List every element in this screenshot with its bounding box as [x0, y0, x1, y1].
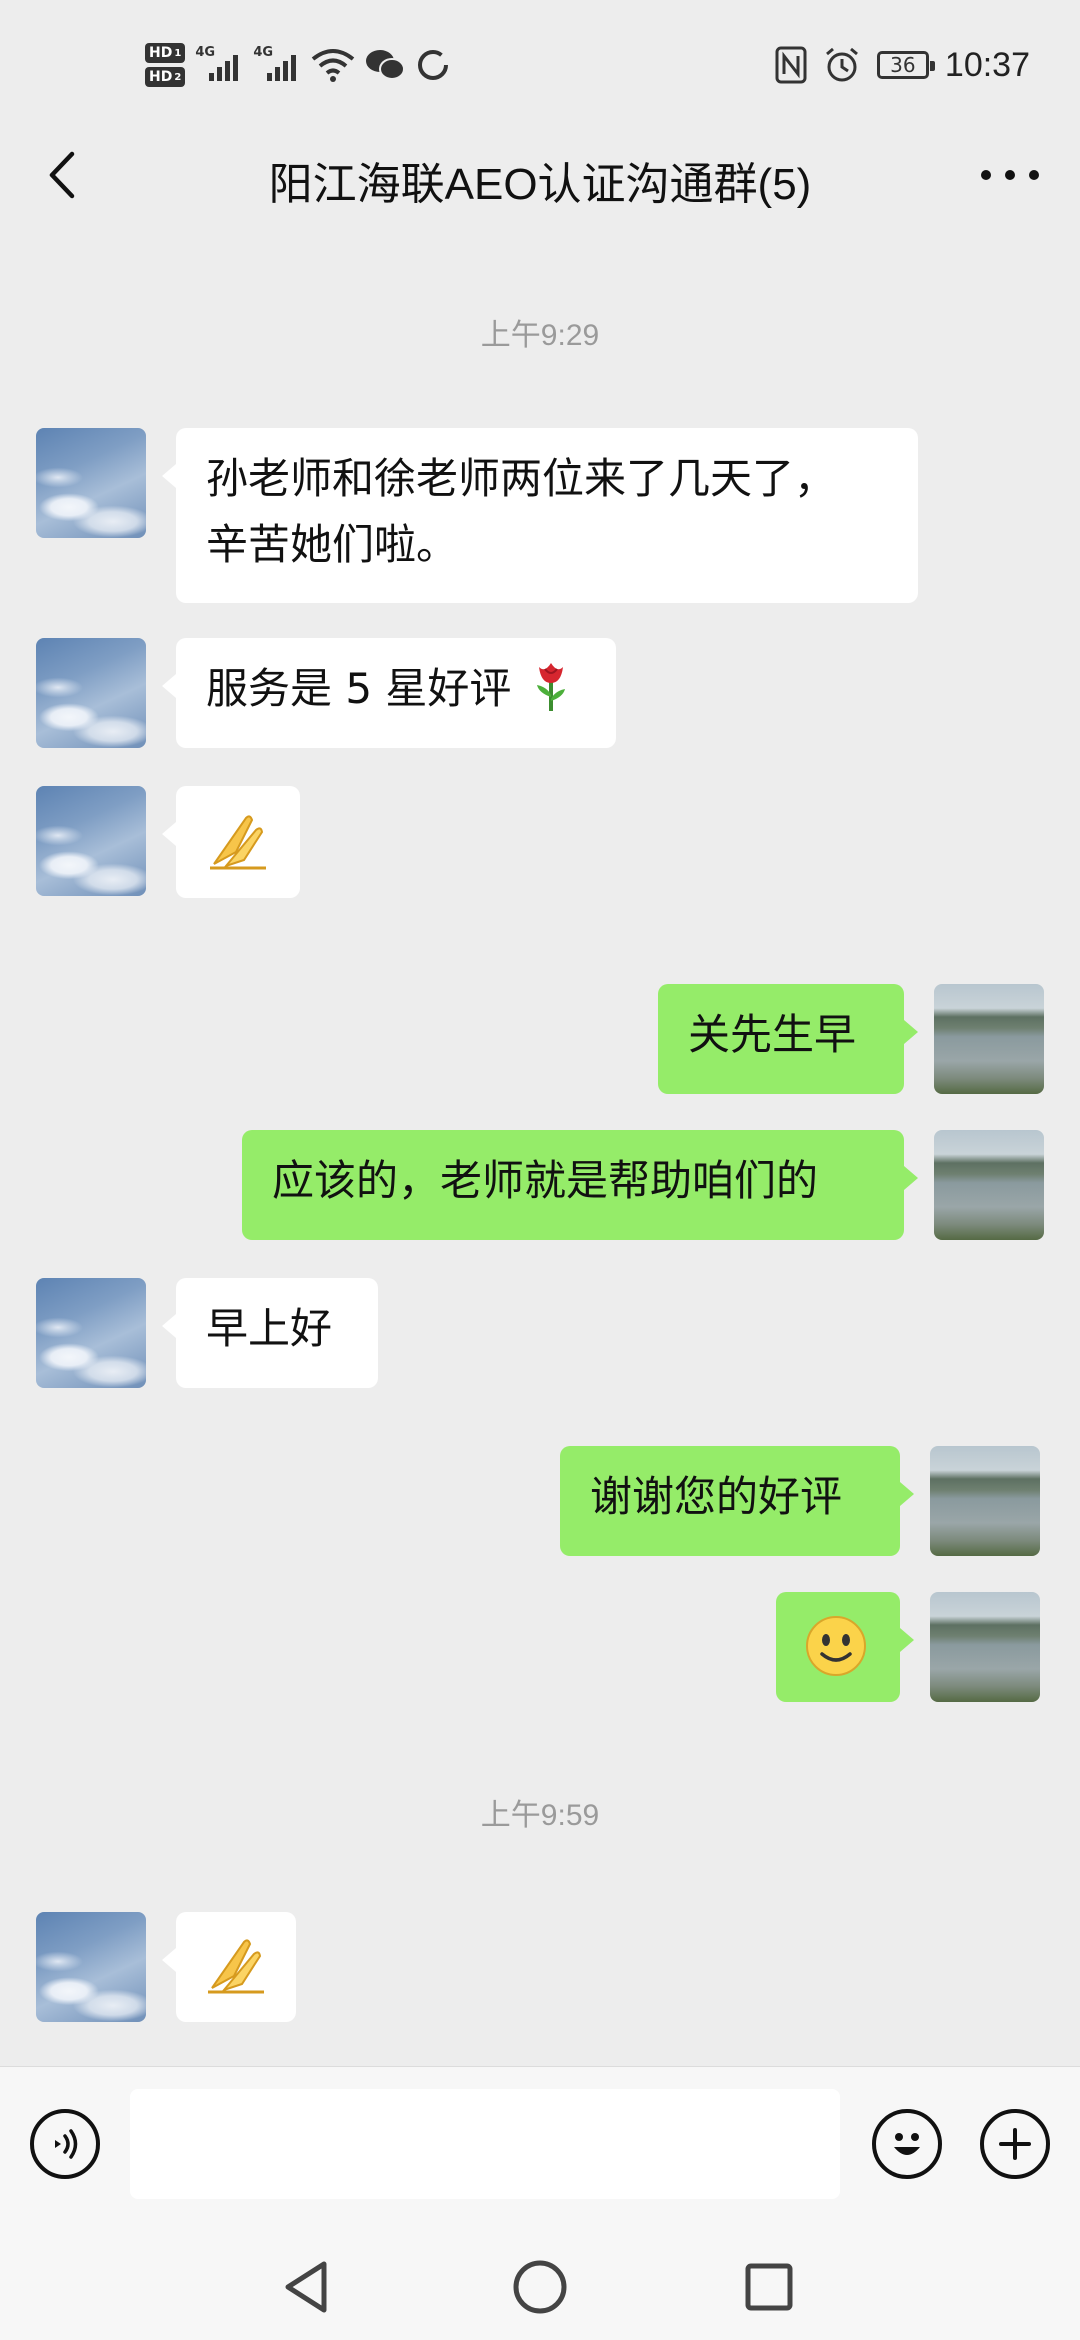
- message-text: 服务是 5 星好评: [206, 664, 512, 713]
- hd-2-icon: HD 2: [145, 67, 186, 87]
- message-bubble-incoming[interactable]: [162, 1912, 296, 2022]
- status-left: HD 1 HD 2 4G 4G: [145, 35, 451, 95]
- wifi-icon: [312, 49, 355, 82]
- wechat-icon: [366, 50, 406, 80]
- avatar[interactable]: [36, 638, 146, 748]
- timestamp: 上午9:29: [480, 319, 600, 352]
- signal-1-icon: 4G: [195, 45, 243, 85]
- status-bar: HD 1 HD 2 4G 4G 36 10:37: [0, 0, 1080, 130]
- message-text: 谢谢您的好评: [590, 1472, 843, 1521]
- message-text: 孙老师和徐老师两位来了几天了，: [206, 454, 837, 503]
- pray-hands-emoji: [210, 815, 266, 870]
- emoji-button[interactable]: [872, 2109, 942, 2179]
- sync-icon: [418, 50, 449, 80]
- avatar[interactable]: [36, 786, 146, 896]
- message-text: 关先生早: [688, 1010, 857, 1059]
- avatar[interactable]: [36, 1278, 146, 1388]
- pray-hands-emoji: [208, 1939, 264, 1994]
- emoji-icon: [894, 2133, 920, 2155]
- voice-button[interactable]: [30, 2109, 100, 2179]
- home-circle-icon[interactable]: [505, 2252, 575, 2322]
- plus-icon: [999, 2128, 1031, 2160]
- status-time: 10:37: [944, 45, 1030, 84]
- smile-emoji: [806, 1616, 866, 1676]
- status-right: 36 10:37: [775, 40, 1030, 90]
- avatar[interactable]: [36, 1912, 146, 2022]
- timestamp: 上午9:59: [480, 1799, 600, 1832]
- nfc-icon: [775, 46, 807, 84]
- avatar[interactable]: [36, 428, 146, 538]
- back-triangle-icon[interactable]: [272, 2252, 342, 2322]
- message-bubble-outgoing[interactable]: 关先生早: [658, 984, 918, 1094]
- message-bubble-outgoing[interactable]: 应该的，老师就是帮助咱们的: [242, 1130, 918, 1240]
- rose-emoji: [536, 663, 565, 711]
- my-avatar[interactable]: [930, 1592, 1040, 1702]
- message-list[interactable]: 上午9:29 孙老师和徐老师两位来了几天了， 辛苦她们啦。 服务是 5 星好评 …: [0, 230, 1080, 2060]
- message-bubble-incoming[interactable]: 早上好: [162, 1278, 378, 1388]
- message-bubble-outgoing[interactable]: [776, 1592, 914, 1702]
- message-text: 辛苦她们啦。: [206, 520, 459, 569]
- chat-title: 阳江海联AEO认证沟通群(5): [268, 160, 812, 209]
- my-avatar[interactable]: [930, 1446, 1040, 1556]
- my-avatar[interactable]: [934, 1130, 1044, 1240]
- message-text: 应该的，老师就是帮助咱们的: [272, 1156, 819, 1205]
- message-text: 早上好: [206, 1304, 333, 1353]
- message-bubble-outgoing[interactable]: 谢谢您的好评: [560, 1446, 914, 1556]
- more-options-icon[interactable]: [970, 140, 1050, 210]
- message-input[interactable]: [130, 2089, 840, 2199]
- voice-icon: [55, 2129, 78, 2159]
- message-bubble-incoming[interactable]: 孙老师和徐老师两位来了几天了， 辛苦她们啦。: [162, 428, 918, 603]
- alarm-icon: [825, 47, 858, 82]
- more-features-button[interactable]: [980, 2109, 1050, 2179]
- input-bar: [0, 2066, 1080, 2227]
- recents-square-icon[interactable]: [734, 2252, 804, 2322]
- my-avatar[interactable]: [934, 984, 1044, 1094]
- chat-header: 阳江海联AEO认证沟通群(5): [0, 130, 1080, 220]
- hd-1-icon: HD 1: [145, 43, 186, 63]
- system-nav-bar: [0, 2226, 1080, 2340]
- message-bubble-incoming[interactable]: [162, 786, 300, 898]
- message-bubble-incoming[interactable]: 服务是 5 星好评: [162, 638, 616, 748]
- signal-2-icon: 4G: [253, 45, 301, 85]
- battery-icon: 36: [876, 51, 935, 79]
